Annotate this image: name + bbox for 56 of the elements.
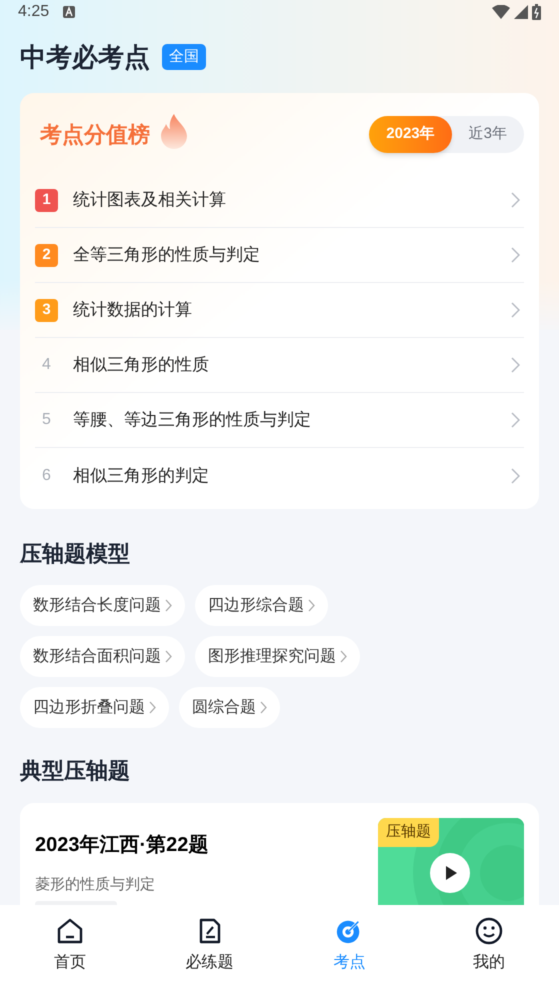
rank-badge: 2 bbox=[35, 244, 58, 266]
topic-name: 全等三角形的性质与判定 bbox=[73, 244, 261, 266]
nav-tab[interactable]: 必练题 bbox=[140, 905, 280, 995]
battery-icon bbox=[532, 4, 541, 20]
chevron-right-icon bbox=[511, 468, 520, 484]
topic-name: 统计数据的计算 bbox=[73, 299, 193, 322]
chevron-right-icon bbox=[511, 302, 520, 318]
signal-icon bbox=[514, 5, 528, 19]
ranking-row[interactable]: 4 相似三角形的性质 bbox=[35, 338, 524, 393]
chevron-right-icon bbox=[149, 701, 156, 714]
home-icon bbox=[56, 917, 84, 945]
notification-icon bbox=[63, 6, 76, 18]
chevron-right-icon bbox=[308, 599, 315, 612]
question-title: 2023年江西·第22题 bbox=[35, 833, 210, 858]
rank-number: 6 bbox=[41, 466, 52, 486]
rank-number: 4 bbox=[41, 355, 52, 375]
chevron-right-icon bbox=[260, 701, 267, 714]
model-chip[interactable]: 四边形综合题 bbox=[195, 585, 328, 626]
video-badge: 压轴题 bbox=[378, 818, 439, 846]
year-tab[interactable]: 近3年 bbox=[452, 116, 524, 152]
ranking-row[interactable]: 6 相似三角形的判定 bbox=[35, 448, 524, 503]
rank-badge: 1 bbox=[35, 188, 58, 212]
model-chip[interactable]: 圆综合题 bbox=[179, 687, 280, 728]
smiley-icon bbox=[475, 917, 504, 945]
chevron-right-icon bbox=[511, 192, 520, 208]
topic-name: 等腰、等边三角形的性质与判定 bbox=[73, 409, 312, 432]
model-chip[interactable]: 数形结合面积问题 bbox=[20, 636, 185, 677]
status-time: 4:25 bbox=[18, 2, 50, 22]
question-card[interactable]: 2023年江西·第22题 菱形的性质与判定 压轴题 bbox=[20, 803, 539, 905]
model-chip[interactable]: 图形推理探究问题 bbox=[195, 636, 360, 677]
chevron-right-icon bbox=[511, 247, 520, 263]
nav-tab[interactable]: 我的 bbox=[419, 905, 559, 995]
page-title: 中考必考点 bbox=[20, 40, 150, 74]
question-topic: 菱形的性质与判定 bbox=[35, 875, 156, 895]
topic-name: 相似三角形的性质 bbox=[73, 354, 210, 376]
chevron-right-icon bbox=[340, 650, 347, 663]
model-chip[interactable]: 数形结合长度问题 bbox=[20, 585, 185, 626]
wifi-icon bbox=[492, 5, 510, 19]
ranking-title: 考点分值榜 bbox=[40, 120, 150, 148]
ranking-row[interactable]: 3 统计数据的计算 bbox=[35, 283, 524, 338]
model-chip[interactable]: 四边形折叠问题 bbox=[20, 687, 169, 728]
chevron-right-icon bbox=[511, 412, 520, 428]
section-title: 典型压轴题 bbox=[19, 757, 131, 785]
ranking-row[interactable]: 5 等腰、等边三角形的性质与判定 bbox=[35, 393, 524, 448]
section-title: 压轴题模型 bbox=[18, 540, 131, 568]
chevron-right-icon bbox=[511, 357, 520, 373]
rank-number: 5 bbox=[41, 410, 52, 430]
topic-name: 统计图表及相关计算 bbox=[73, 189, 227, 212]
chevron-right-icon bbox=[165, 599, 172, 612]
nav-tab[interactable]: 首页 bbox=[0, 905, 140, 995]
ranking-row[interactable]: 2 全等三角形的性质与判定 bbox=[35, 228, 524, 283]
rank-badge: 3 bbox=[35, 298, 58, 322]
topic-name: 相似三角形的判定 bbox=[73, 464, 210, 487]
chevron-right-icon bbox=[165, 650, 172, 663]
ranking-row[interactable]: 1 统计图表及相关计算 bbox=[35, 173, 524, 228]
play-icon[interactable] bbox=[430, 853, 470, 893]
